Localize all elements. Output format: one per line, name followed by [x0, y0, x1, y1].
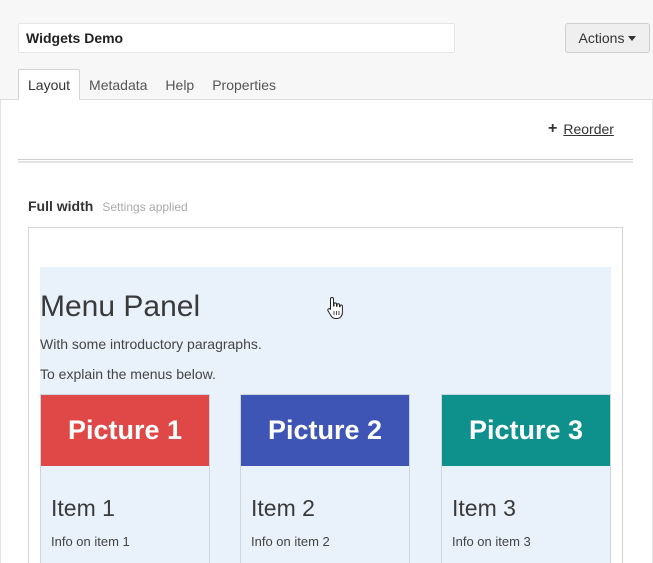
- hand-cursor-icon: [327, 296, 343, 319]
- reorder-label: Reorder: [563, 121, 614, 137]
- item-title: Item 2: [251, 495, 315, 521]
- tab-properties[interactable]: Properties: [203, 69, 285, 100]
- picture-3: Picture 3: [442, 395, 610, 466]
- menu-card-2[interactable]: Picture 2 Item 2 Info on item 2: [240, 394, 410, 563]
- menu-card-1[interactable]: Picture 1 Item 1 Info on item 1: [40, 394, 210, 563]
- reorder-link[interactable]: + Reorder: [548, 120, 614, 138]
- actions-label: Actions: [578, 30, 625, 46]
- tab-metadata[interactable]: Metadata: [80, 69, 156, 100]
- divider: [18, 159, 633, 163]
- picture-2: Picture 2: [241, 395, 409, 466]
- panel-paragraph: To explain the menus below.: [40, 366, 216, 382]
- panel-title: Menu Panel: [40, 290, 201, 323]
- panel-paragraph: With some introductory paragraphs.: [40, 336, 262, 352]
- item-title: Item 1: [51, 495, 115, 521]
- plus-icon: +: [548, 120, 558, 137]
- tab-bar: Layout Metadata Help Properties: [18, 69, 285, 100]
- tab-layout[interactable]: Layout: [18, 69, 81, 100]
- caret-down-icon: [628, 36, 637, 41]
- editor-header: Actions Layout Metadata Help Properties: [0, 0, 653, 100]
- picture-1: Picture 1: [41, 395, 209, 466]
- section-hint: Settings applied: [102, 200, 188, 214]
- item-info: Info on item 2: [251, 534, 330, 549]
- section-header: Full width Settings applied: [28, 198, 188, 214]
- actions-button[interactable]: Actions: [565, 23, 650, 53]
- menu-card-3[interactable]: Picture 3 Item 3 Info on item 3: [441, 394, 611, 563]
- item-info: Info on item 3: [452, 534, 531, 549]
- item-info: Info on item 1: [51, 534, 130, 549]
- tab-help[interactable]: Help: [156, 69, 203, 100]
- item-title: Item 3: [452, 495, 516, 521]
- section-name: Full width: [28, 198, 94, 214]
- page-title-input[interactable]: [18, 23, 455, 53]
